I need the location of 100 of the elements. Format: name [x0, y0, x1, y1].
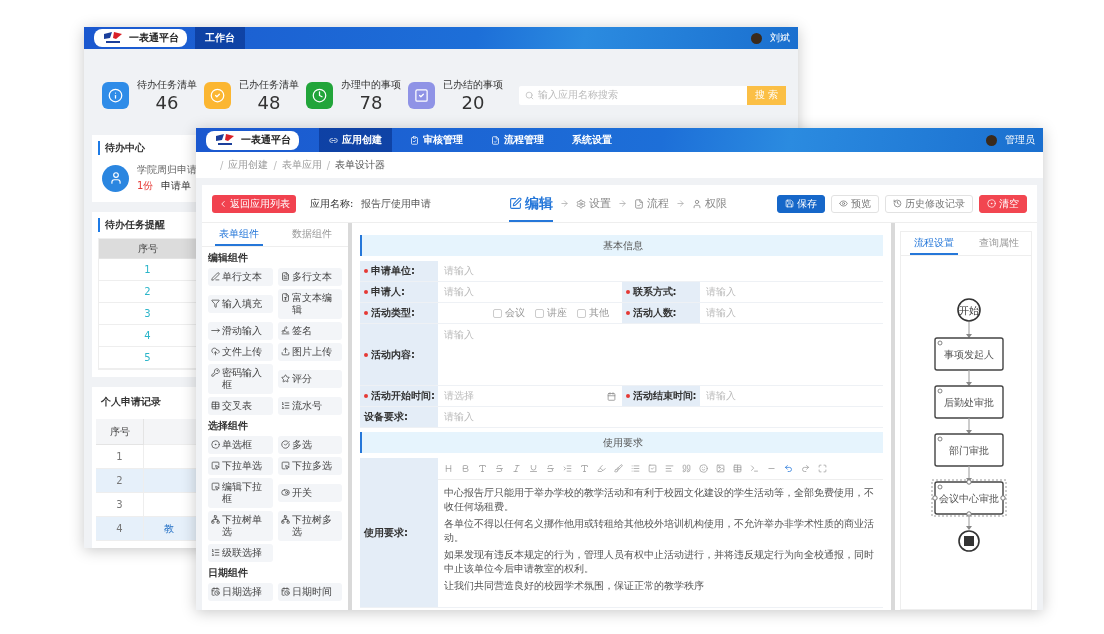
- field-label: 活动内容:: [371, 347, 415, 362]
- flow-node[interactable]: 后勤处审批: [934, 385, 1004, 419]
- app-name-label: 应用名称:: [310, 196, 354, 211]
- component-item[interactable]: 开关: [277, 484, 342, 502]
- breadcrumb-separator: /: [220, 159, 224, 171]
- breadcrumb-separator: /: [273, 159, 277, 171]
- paragraph: 各单位不得以任何名义挪作他用或转租给其他校外培训机构使用，不允许举办非学术性质的商业活动。: [444, 517, 875, 545]
- user-name[interactable]: 刘斌: [770, 31, 790, 45]
- stat-value: 46: [155, 91, 179, 113]
- component-item[interactable]: 编辑下拉框: [208, 478, 273, 508]
- step-tab[interactable]: 权限: [692, 185, 728, 222]
- rich-text-editor[interactable]: 中心报告厅只能用于举办学校的教学活动和有利于校园文化建设的学生活动等，全部免费使用，不收任何场租费。 各单位不得以任何名义挪作他用或转租给其他校外培训机构使用，不允许举办非学术性质的商业活动。 如果发现有违反本规定的行为，管理人员有权中止活动进行，并将违反规定行为向全校通报，同时中止该单位今后申请教室的权利。 让我们共同营造良好的校园学术氛围，保证正常的教学秩序: [438, 458, 883, 607]
- back-button[interactable]: 返回应用列表: [212, 194, 296, 213]
- field-label: 联系方式:: [632, 285, 677, 299]
- panel-tab[interactable]: 查询属性: [974, 232, 1023, 255]
- component-item[interactable]: 多选: [277, 436, 342, 454]
- field-label: 活动类型:: [371, 306, 415, 320]
- stat-value: 78: [359, 91, 383, 113]
- table-cell: 4: [96, 517, 144, 541]
- card-title: 待办中心: [98, 141, 145, 155]
- section-title: 使用要求: [360, 432, 883, 453]
- breadcrumb-link[interactable]: 表单应用: [281, 158, 322, 172]
- component-item[interactable]: 级联选择: [208, 544, 273, 562]
- field-label: 活动开始时间:: [371, 389, 435, 403]
- table-header: 序号: [99, 239, 197, 259]
- table-cell-text[interactable]: 教: [164, 521, 174, 536]
- component-item[interactable]: 文件上传: [208, 343, 273, 361]
- field-label: 申请人:: [371, 285, 405, 299]
- paragraph: 中心报告厅只能用于举办学校的教学活动和有利于校园文化建设的学生活动等，全部免费使用，不收任何场租费。: [444, 486, 875, 514]
- checkbox-option[interactable]: 会议: [493, 306, 525, 320]
- stat-label: 办理中的事项: [341, 77, 401, 92]
- nav-tab[interactable]: 应用创建: [319, 128, 392, 152]
- user-name[interactable]: 管理员: [1005, 133, 1035, 147]
- stat-label: 待办任务清单: [137, 77, 197, 92]
- component-item[interactable]: 输入填充: [208, 295, 273, 313]
- todo-title[interactable]: 学院周归申请: [137, 163, 197, 177]
- stat-label: 已办结的事项: [443, 77, 503, 92]
- stat-label: 已办任务清单: [239, 77, 299, 92]
- field-label: 设备要求:: [364, 410, 408, 424]
- component-item[interactable]: 单行文本: [208, 268, 273, 286]
- nav-tab[interactable]: 流程管理: [481, 128, 554, 152]
- action-button[interactable]: 预览: [831, 194, 879, 213]
- field-label: 申请单位:: [371, 264, 415, 278]
- component-item[interactable]: 多行文本: [277, 268, 342, 286]
- todo-type: 申请单: [161, 179, 192, 193]
- start-node[interactable]: 开始: [957, 298, 981, 322]
- stat-value: 20: [461, 91, 485, 113]
- breadcrumb-link[interactable]: 应用创建: [228, 158, 269, 172]
- table-cell: 3: [96, 493, 144, 517]
- component-item[interactable]: 滑动输入: [208, 322, 273, 340]
- breadcrumb-link[interactable]: 表单设计器: [335, 158, 386, 172]
- field-label: 使用要求:: [364, 525, 408, 540]
- table-cell: 2: [96, 469, 144, 493]
- component-item[interactable]: 下拉树单选: [208, 511, 273, 541]
- nav-tab[interactable]: 系统设置: [562, 128, 622, 152]
- card-title: 待办任务提醒: [98, 218, 165, 232]
- checkbox-option[interactable]: 讲座: [535, 306, 567, 320]
- component-item[interactable]: 签名: [277, 322, 342, 340]
- component-item[interactable]: 流水号: [277, 397, 342, 415]
- component-item[interactable]: 下拉树多选: [277, 511, 342, 541]
- paragraph: 让我们共同营造良好的校园学术氛围，保证正常的教学秩序: [444, 579, 705, 593]
- group-title: 编辑组件: [208, 251, 248, 265]
- group-title: 日期组件: [208, 566, 248, 580]
- nav-tab[interactable]: 审核管理: [400, 128, 473, 152]
- step-tab[interactable]: 编辑: [509, 185, 554, 222]
- logo-text: 一表通平台: [129, 31, 179, 45]
- step-tab[interactable]: 流程: [634, 185, 670, 222]
- flow-node[interactable]: 会议中心审批: [931, 479, 1007, 517]
- component-item[interactable]: 单选框: [208, 436, 273, 454]
- action-button[interactable]: 保存: [777, 194, 825, 213]
- palette-tab[interactable]: 表单组件: [214, 223, 263, 246]
- component-item[interactable]: 密码输入框: [208, 364, 273, 394]
- checkbox-option[interactable]: 其他: [577, 306, 609, 320]
- section-title: 基本信息: [360, 235, 883, 256]
- stat-value: 48: [257, 91, 281, 113]
- component-item[interactable]: 评分: [277, 370, 342, 388]
- step-tab[interactable]: 设置: [576, 185, 612, 222]
- component-item[interactable]: 富文本编辑: [277, 289, 342, 319]
- action-button[interactable]: 历史修改记录: [885, 194, 973, 213]
- component-item[interactable]: 下拉单选: [208, 457, 273, 475]
- logo-text: 一表通平台: [241, 133, 291, 147]
- palette-tab[interactable]: 数据组件: [287, 223, 336, 246]
- table-header: 序号: [96, 419, 144, 445]
- paragraph: 如果发现有违反本规定的行为，管理人员有权中止活动进行，并将违反规定行为向全校通报，同时中止该单位今后申请教室的权利。: [444, 548, 875, 576]
- field-label: 活动人数:: [632, 306, 677, 320]
- flow-node[interactable]: 事项发起人: [934, 337, 1004, 371]
- component-item[interactable]: 下拉多选: [277, 457, 342, 475]
- component-item[interactable]: 图片上传: [277, 343, 342, 361]
- flow-node[interactable]: 部门审批: [934, 433, 1004, 467]
- component-item[interactable]: 交叉表: [208, 397, 273, 415]
- nav-tab[interactable]: 工作台: [195, 27, 245, 49]
- card-title: 个人申请记录: [100, 395, 161, 409]
- app-name: 报告厅使用申请: [361, 196, 432, 211]
- component-item[interactable]: 日期选择: [208, 583, 273, 601]
- action-button[interactable]: 清空: [979, 194, 1027, 213]
- group-title: 选择组件: [208, 419, 248, 433]
- table-cell: 1: [96, 445, 144, 469]
- todo-count: 1份: [137, 179, 154, 193]
- panel-tab[interactable]: 流程设置: [909, 232, 958, 255]
- component-item[interactable]: 日期时间: [277, 583, 342, 601]
